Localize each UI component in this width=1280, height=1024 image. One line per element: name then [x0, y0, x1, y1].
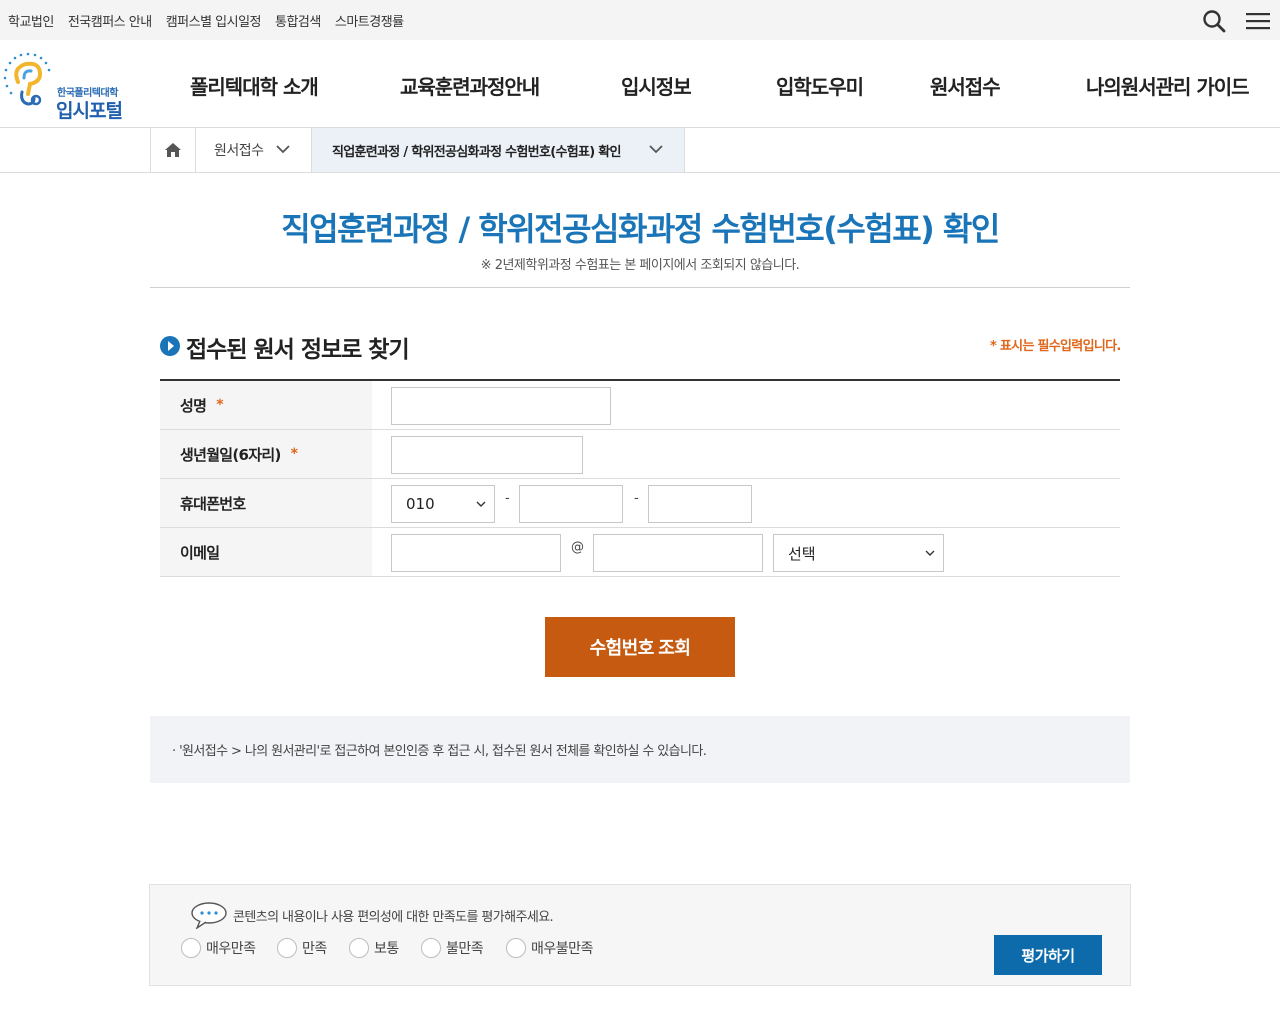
phone-middle-input[interactable] [519, 485, 623, 523]
form-row-name: 성명 * [160, 381, 1120, 430]
utility-link-campus-guide[interactable]: 전국캠퍼스 안내 [68, 11, 152, 30]
birthdate-input[interactable] [391, 436, 583, 474]
breadcrumb-level1-label: 원서접수 [214, 143, 264, 159]
section-bullet-icon [160, 336, 180, 356]
nav-courses[interactable]: 교육훈련과정안내 [400, 71, 540, 100]
name-label: 성명 * [160, 381, 372, 429]
survey-option-label: 매우불만족 [531, 941, 593, 957]
name-label-text: 성명 [180, 396, 207, 415]
survey-option-very-dissatisfied[interactable]: 매우불만족 [506, 938, 593, 958]
form-row-phone: 휴대폰번호 010 - - [160, 479, 1120, 528]
email-domain-input[interactable] [593, 534, 763, 572]
logo-emblem-icon [3, 52, 51, 106]
info-text: · '원서접수 > 나의 원서관리'로 접근하여 본인인증 후 접근 시, 접수… [172, 744, 707, 759]
breadcrumb-level1[interactable]: 원서접수 [196, 128, 312, 172]
chevron-down-icon [925, 550, 935, 556]
survey-option-label: 불만족 [446, 941, 484, 957]
radio-button[interactable] [506, 938, 526, 958]
email-domain-select[interactable]: 선택 [773, 534, 944, 572]
phone-label-text: 휴대폰번호 [180, 494, 246, 513]
name-input[interactable] [391, 387, 611, 425]
lookup-form: 성명 * 생년월일(6자리) * 휴대폰번호 010 - - 이메일 @ 선택 [160, 379, 1120, 577]
radio-button[interactable] [421, 938, 441, 958]
utility-link-competition[interactable]: 스마트경쟁률 [335, 11, 404, 30]
survey-option-very-satisfied[interactable]: 매우만족 [181, 938, 256, 958]
site-logo[interactable]: 한국폴리텍대학 입시포털 [0, 48, 130, 122]
email-domain-select-value: 선택 [788, 544, 816, 563]
site-header: 한국폴리텍대학 입시포털 폴리텍대학 소개 교육훈련과정안내 입시정보 입학도우… [0, 40, 1280, 128]
survey-question: 콘텐츠의 내용이나 사용 편의성에 대한 만족도를 평가해주세요. [233, 910, 554, 925]
required-mark: * [290, 446, 298, 462]
breadcrumb: 원서접수 직업훈련과정 / 학위전공심화과정 수험번호(수험표) 확인 [0, 128, 1280, 173]
survey-option-neutral[interactable]: 보통 [349, 938, 399, 958]
utility-link-search[interactable]: 통합검색 [275, 11, 321, 30]
utility-link-schedule[interactable]: 캠퍼스별 입시일정 [166, 11, 262, 30]
form-row-email: 이메일 @ 선택 [160, 528, 1120, 577]
required-note: * 표시는 필수입력입니다. [990, 339, 1121, 354]
radio-button[interactable] [181, 938, 201, 958]
email-id-input[interactable] [391, 534, 561, 572]
email-at-sign: @ [571, 540, 584, 555]
survey-option-satisfied[interactable]: 만족 [277, 938, 327, 958]
nav-my-application-guide[interactable]: 나의원서관리 가이드 [1086, 71, 1250, 100]
logo-title: 입시포털 [56, 100, 123, 122]
phone-last-input[interactable] [648, 485, 752, 523]
birth-label: 생년월일(6자리) * [160, 430, 372, 478]
breadcrumb-level2-label: 직업훈련과정 / 학위전공심화과정 수험번호(수험표) 확인 [332, 144, 622, 160]
phone-prefix-select[interactable]: 010 [391, 485, 495, 523]
email-label-text: 이메일 [180, 543, 220, 562]
home-icon [165, 143, 181, 157]
radio-button[interactable] [277, 938, 297, 958]
nav-admission-helper[interactable]: 입학도우미 [776, 71, 864, 100]
survey-option-dissatisfied[interactable]: 불만족 [421, 938, 484, 958]
search-exam-number-button[interactable]: 수험번호 조회 [545, 617, 735, 677]
birth-label-text: 생년월일(6자리) [180, 445, 281, 464]
section-title: 접수된 원서 정보로 찾기 [186, 337, 410, 363]
required-mark: * [216, 397, 223, 413]
phone-prefix-value: 010 [406, 495, 435, 513]
phone-separator: - [505, 491, 510, 506]
chevron-down-icon [476, 501, 486, 507]
chevron-down-icon [276, 145, 290, 154]
phone-label: 휴대폰번호 [160, 479, 372, 527]
utility-link-corporation[interactable]: 학교법인 [8, 11, 54, 30]
chevron-down-icon [649, 145, 663, 154]
submit-rating-button[interactable]: 평가하기 [994, 935, 1102, 975]
nav-admission-info[interactable]: 입시정보 [621, 71, 692, 100]
survey-option-label: 만족 [302, 941, 327, 957]
form-row-birth: 생년월일(6자리) * [160, 430, 1120, 479]
hamburger-menu-icon[interactable] [1246, 11, 1270, 31]
nav-about[interactable]: 폴리텍대학 소개 [190, 71, 319, 100]
page-title: 직업훈련과정 / 학위전공심화과정 수험번호(수험표) 확인 [281, 210, 1000, 248]
title-divider [150, 287, 1130, 288]
page-notice: ※ 2년제학위과정 수험표는 본 페이지에서 조회되지 않습니다. [480, 258, 800, 273]
radio-button[interactable] [349, 938, 369, 958]
search-icon[interactable] [1202, 9, 1226, 33]
speech-bubble-icon [191, 902, 227, 929]
info-box: · '원서접수 > 나의 원서관리'로 접근하여 본인인증 후 접근 시, 접수… [150, 716, 1130, 783]
breadcrumb-home[interactable] [150, 128, 196, 172]
top-utility-bar: 학교법인 전국캠퍼스 안내 캠퍼스별 입시일정 통합검색 스마트경쟁률 [0, 0, 1280, 40]
phone-separator: - [634, 491, 639, 506]
survey-option-label: 보통 [374, 941, 399, 957]
nav-application[interactable]: 원서접수 [930, 71, 1001, 100]
email-label: 이메일 [160, 528, 372, 576]
breadcrumb-level2[interactable]: 직업훈련과정 / 학위전공심화과정 수험번호(수험표) 확인 [312, 128, 685, 172]
survey-option-label: 매우만족 [206, 941, 256, 957]
satisfaction-survey: 콘텐츠의 내용이나 사용 편의성에 대한 만족도를 평가해주세요. 매우만족 만… [149, 884, 1131, 986]
utility-links: 학교법인 전국캠퍼스 안내 캠퍼스별 입시일정 통합검색 스마트경쟁률 [8, 0, 404, 40]
